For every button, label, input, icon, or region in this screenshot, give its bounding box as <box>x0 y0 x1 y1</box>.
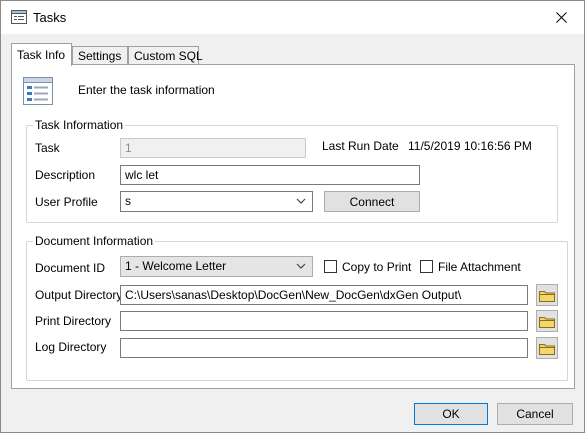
document-id-value: 1 - Welcome Letter <box>125 259 227 273</box>
document-information-group: Document Information Document ID 1 - Wel… <box>26 234 568 381</box>
window-form-icon <box>11 10 27 24</box>
print-directory-field[interactable] <box>120 311 528 331</box>
chevron-down-icon <box>296 263 306 269</box>
last-run-date-label: Last Run Date <box>322 139 399 153</box>
task-field[interactable]: 1 <box>120 138 306 158</box>
log-directory-label: Log Directory <box>35 340 107 354</box>
task-info-panel: Enter the task information Task Informat… <box>11 64 575 389</box>
browse-print-directory-button[interactable] <box>536 310 558 332</box>
document-id-label: Document ID <box>35 261 106 275</box>
connect-button-label: Connect <box>349 194 395 209</box>
document-information-group-label: Document Information <box>33 234 156 248</box>
task-information-group-label: Task Information <box>33 118 126 132</box>
form-icon <box>23 77 53 105</box>
close-button[interactable] <box>538 1 584 34</box>
folder-icon <box>539 290 555 302</box>
cancel-button[interactable]: Cancel <box>497 403 573 425</box>
title-bar[interactable]: Tasks <box>1 1 584 34</box>
tab-settings[interactable]: Settings <box>72 46 128 65</box>
ok-button[interactable]: OK <box>414 403 488 425</box>
window-title: Tasks <box>33 10 67 25</box>
task-label: Task <box>35 141 60 155</box>
last-run-date-value: 11/5/2019 10:16:56 PM <box>408 139 532 153</box>
user-profile-label: User Profile <box>35 195 98 209</box>
tasks-dialog: Tasks Task Info Settings Custom SQL Ente… <box>0 0 585 433</box>
user-profile-value: s <box>125 194 131 208</box>
copy-to-print-label[interactable]: Copy to Print <box>342 260 411 274</box>
cancel-button-label: Cancel <box>516 407 554 421</box>
print-directory-label: Print Directory <box>35 314 112 328</box>
output-directory-field[interactable]: C:\Users\sanas\Desktop\DocGen\New_DocGen… <box>120 285 528 305</box>
browse-output-directory-button[interactable] <box>536 284 558 306</box>
user-profile-dropdown[interactable]: s <box>120 191 313 212</box>
file-attachment-label[interactable]: File Attachment <box>438 260 521 274</box>
ok-button-label: OK <box>442 407 460 421</box>
output-directory-label: Output Directory <box>35 288 123 302</box>
folder-icon <box>539 316 555 328</box>
description-label: Description <box>35 168 96 182</box>
header-text: Enter the task information <box>78 83 215 97</box>
tab-task-info[interactable]: Task Info <box>11 43 72 66</box>
chevron-down-icon <box>296 198 306 204</box>
file-attachment-checkbox[interactable] <box>420 260 433 273</box>
close-icon <box>555 12 567 23</box>
description-field[interactable]: wlc let <box>120 165 420 185</box>
copy-to-print-checkbox[interactable] <box>324 260 337 273</box>
log-directory-field[interactable] <box>120 338 528 358</box>
task-information-group: Task Information Task 1 Last Run Date 11… <box>26 118 558 223</box>
document-id-dropdown[interactable]: 1 - Welcome Letter <box>120 256 313 277</box>
connect-button[interactable]: Connect <box>324 191 420 212</box>
browse-log-directory-button[interactable] <box>536 337 558 359</box>
tab-custom-sql[interactable]: Custom SQL <box>128 46 203 65</box>
folder-icon <box>539 343 555 355</box>
